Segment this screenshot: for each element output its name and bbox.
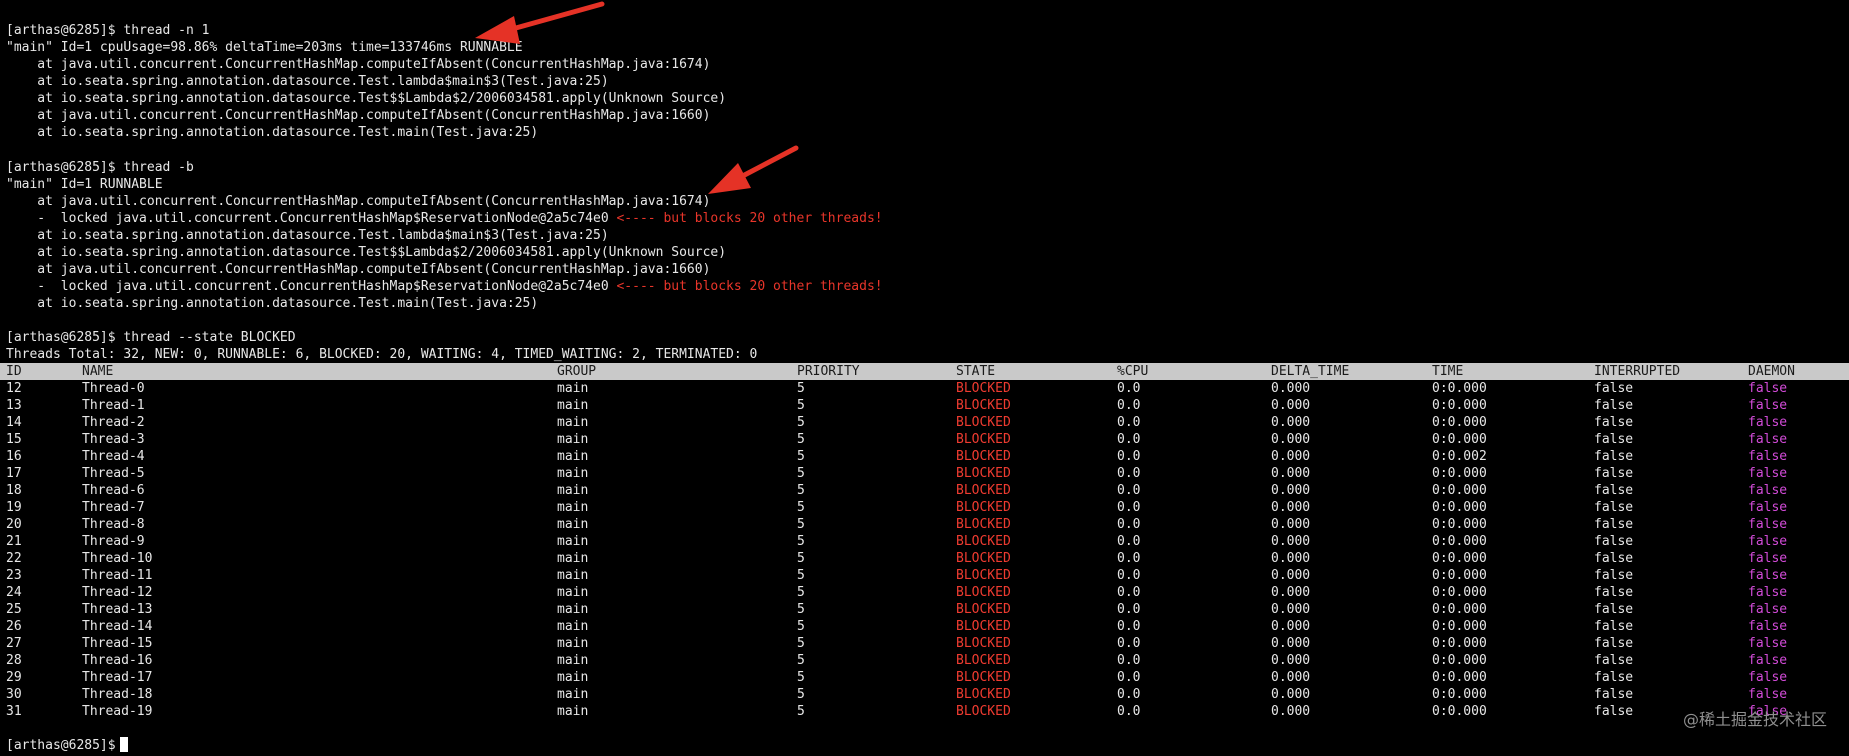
watermark: @稀土掘金技术社区	[1682, 710, 1827, 729]
terminal-window[interactable]: [arthas@6285]$ thread -n 1 "main" Id=1 c…	[0, 0, 1849, 756]
red-arrow-icon	[708, 145, 799, 194]
red-arrow-icon	[475, 1, 605, 44]
annotation-arrows	[475, 1, 799, 194]
